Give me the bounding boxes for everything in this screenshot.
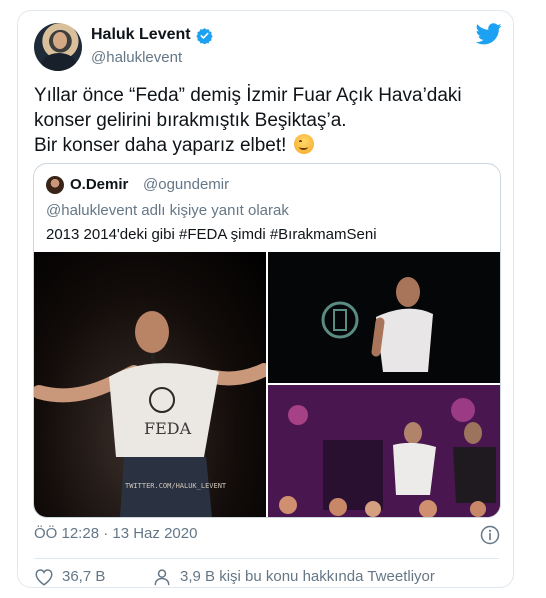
footer-divider (34, 558, 499, 559)
talking-about-count[interactable]: 3,9 B kişi bu konu hakkında Tweetliyor (180, 568, 435, 585)
tweet-text: Yıllar önce “Feda” demiş İzmir Fuar Açık… (34, 83, 499, 158)
quoted-tweet[interactable]: O.Demir @ogundemir @haluklevent adlı kiş… (33, 163, 501, 518)
quoted-tweet-text: 2013 2014'deki gibi #FEDA şimdi #Bırakma… (46, 226, 377, 243)
author-handle[interactable]: @haluklevent (91, 49, 182, 66)
author-name[interactable]: Haluk Levent (91, 26, 191, 44)
person-icon[interactable] (152, 567, 172, 587)
tweet-timestamp[interactable]: ÖÖ 12:28 · 13 Haz 2020 (34, 525, 197, 542)
media-grid: FEDA TWITTER.COM/HALUK_LEVENT (34, 252, 500, 517)
reply-context[interactable]: @haluklevent adlı kişiye yanıt olarak (46, 202, 289, 219)
info-icon[interactable] (480, 525, 500, 545)
verified-badge-icon (196, 28, 213, 44)
concert-photo-main[interactable]: FEDA TWITTER.COM/HALUK_LEVENT (34, 252, 266, 517)
tweet-card: Haluk Levent @haluklevent Yıllar önce “F… (17, 10, 514, 588)
smiling-face-icon (293, 134, 314, 154)
likes-count[interactable]: 36,7 B (62, 568, 105, 585)
svg-text:FEDA: FEDA (144, 419, 192, 438)
concert-photo-crowd[interactable] (268, 385, 500, 517)
concert-photo-side[interactable] (268, 252, 500, 383)
tweet-line-1: Yıllar önce “Feda” demiş İzmir Fuar Açık… (34, 85, 462, 106)
tweet-line-3-text: Bir konser daha yaparız elbet! (34, 135, 287, 156)
heart-icon[interactable] (34, 568, 54, 586)
tweet-line-3: Bir konser daha yaparız elbet! (34, 133, 499, 158)
quoted-author-name[interactable]: O.Demir (70, 176, 128, 193)
tweet-line-2: konser gelirini bırakmıştık Beşiktaş’a. (34, 110, 347, 131)
quoted-author-handle[interactable]: @ogundemir (143, 176, 229, 193)
photo-watermark: TWITTER.COM/HALUK_LEVENT (125, 482, 227, 490)
twitter-bird-icon[interactable] (476, 23, 502, 45)
author-avatar[interactable] (34, 23, 82, 71)
quoted-author-avatar[interactable] (46, 176, 64, 194)
